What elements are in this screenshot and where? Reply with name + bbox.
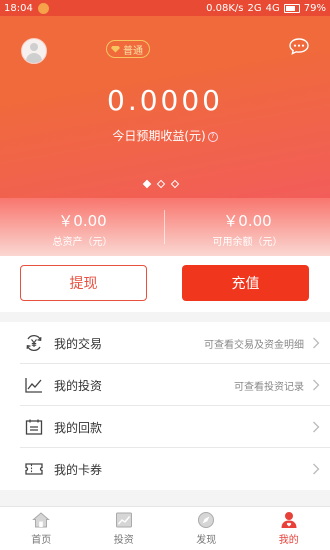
- expected-earnings-label: 今日预期收益(元)?: [0, 127, 330, 144]
- available-balance: ￥0.00 可用余额（元）: [165, 198, 330, 256]
- recharge-button[interactable]: 充值: [182, 265, 309, 301]
- divider: [164, 210, 165, 244]
- available-balance-value: ￥0.00: [223, 212, 272, 230]
- expected-earnings-label-text: 今日预期收益(元): [112, 129, 206, 143]
- signal-2g: 2G: [247, 2, 262, 14]
- status-time: 18:04: [4, 2, 33, 14]
- battery-percent: 79%: [303, 2, 326, 14]
- menu-my-coupons[interactable]: 我的卡券: [0, 448, 330, 490]
- diamond-icon: [111, 45, 120, 53]
- tab-invest[interactable]: 投资: [83, 507, 166, 550]
- total-assets: ￥0.00 总资产（元）: [0, 198, 165, 256]
- withdraw-button[interactable]: 提现: [20, 265, 147, 301]
- tab-home[interactable]: 首页: [0, 507, 83, 550]
- member-level-label: 普通: [123, 45, 143, 57]
- bottom-tab-bar: 首页 投资 发现 我的: [0, 506, 330, 550]
- carousel-dot[interactable]: [142, 179, 152, 189]
- tab-discover[interactable]: 发现: [165, 507, 248, 550]
- calendar-icon: [25, 419, 43, 435]
- menu-my-investments[interactable]: 我的投资 可查看投资记录: [0, 364, 330, 406]
- yuan-cycle-icon: [26, 334, 42, 352]
- menu-my-transactions[interactable]: 我的交易 可查看交易及资金明细: [0, 322, 330, 364]
- total-assets-value: ￥0.00: [58, 212, 107, 230]
- battery-icon: [283, 3, 300, 13]
- home-icon: [32, 512, 51, 528]
- tab-discover-label: 发现: [196, 535, 217, 546]
- chat-bubble-icon[interactable]: [289, 38, 309, 55]
- notification-icon: [37, 2, 49, 14]
- menu-my-coupons-label: 我的卡券: [54, 462, 103, 477]
- chevron-right-icon: [313, 379, 320, 391]
- menu-my-repayments-label: 我的回款: [54, 420, 103, 435]
- earnings-header: 普通 0.0000 今日预期收益(元)?: [0, 16, 330, 198]
- carousel-dot[interactable]: [170, 179, 180, 189]
- chart-icon: [115, 512, 132, 528]
- compass-icon: [198, 512, 215, 528]
- chevron-right-icon: [313, 463, 320, 475]
- network-speed: 0.08K/s: [206, 2, 244, 14]
- ticket-icon: [25, 463, 43, 475]
- expected-earnings-amount: 0.0000: [107, 84, 223, 117]
- carousel-indicator: [142, 179, 180, 189]
- tab-invest-label: 投资: [113, 535, 134, 546]
- member-level-badge: 普通: [106, 40, 150, 58]
- tab-home-label: 首页: [31, 535, 52, 546]
- avatar-head: [30, 43, 38, 51]
- chevron-right-icon: [313, 337, 320, 349]
- status-bar: 18:04 0.08K/s 2G 4G 79%: [0, 0, 330, 16]
- carousel-dot[interactable]: [156, 179, 166, 189]
- help-icon[interactable]: ?: [207, 132, 218, 142]
- tab-mine-label: 我的: [278, 535, 299, 546]
- menu-my-repayments[interactable]: 我的回款: [0, 406, 330, 448]
- available-balance-label: 可用余额（元）: [212, 237, 283, 248]
- asset-summary: ￥0.00 总资产（元） ￥0.00 可用余额（元）: [0, 198, 330, 256]
- avatar[interactable]: [21, 38, 47, 64]
- action-bar: 提现 充值: [0, 256, 330, 312]
- user-icon: [281, 512, 297, 528]
- menu-my-transactions-hint: 可查看交易及资金明细: [204, 339, 304, 351]
- trend-chart-icon: [25, 378, 42, 393]
- menu-my-investments-hint: 可查看投资记录: [234, 381, 304, 393]
- tab-mine[interactable]: 我的: [248, 507, 330, 550]
- chevron-right-icon: [313, 421, 320, 433]
- menu-my-investments-label: 我的投资: [54, 378, 103, 393]
- status-right: 0.08K/s 2G 4G 79%: [206, 3, 326, 14]
- total-assets-label: 总资产（元）: [52, 237, 113, 248]
- avatar-body: [26, 53, 42, 63]
- menu-my-transactions-label: 我的交易: [54, 336, 103, 351]
- account-menu: 我的交易 可查看交易及资金明细 我的投资 可查看投资记录 我的回款 我的卡券: [0, 322, 330, 490]
- network-4g: 4G: [265, 2, 280, 14]
